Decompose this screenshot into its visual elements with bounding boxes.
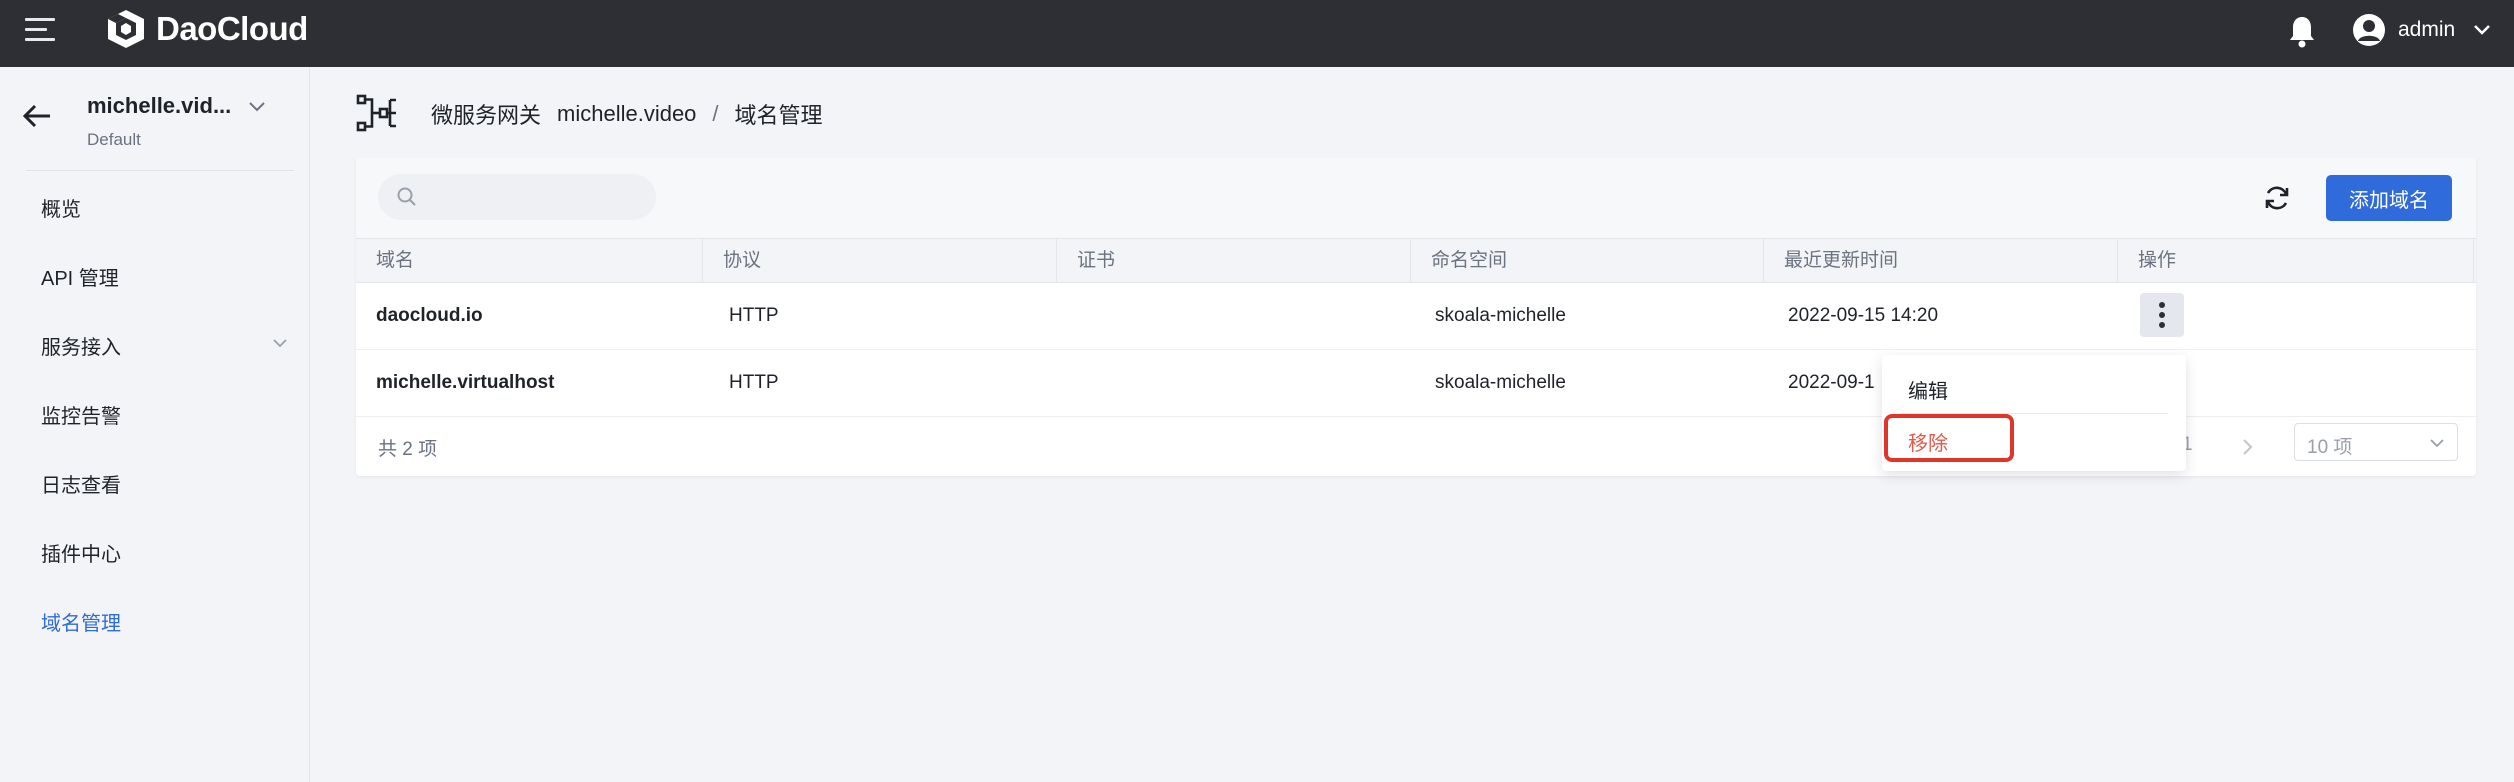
breadcrumb-root[interactable]: 微服务网关 <box>431 98 541 130</box>
table-toolbar: 添加域名 <box>356 158 2476 238</box>
chevron-down-icon[interactable] <box>272 338 288 348</box>
avatar-icon <box>2353 14 2385 46</box>
top-bar: DaoCloud admin <box>0 0 2514 67</box>
domain-cell[interactable]: daocloud.io <box>376 283 483 349</box>
updated-cell: 2022-09-1 <box>1788 372 1875 393</box>
total-count: 共 2 项 <box>378 439 438 460</box>
breadcrumb-current: 域名管理 <box>734 103 823 128</box>
remove-menu-item[interactable]: 移除 <box>1908 427 1948 456</box>
breadcrumb: 微服务网关 michelle.video / 域名管理 <box>431 98 823 130</box>
chevron-down-icon <box>2430 439 2444 448</box>
column-header[interactable]: 最近更新时间 <box>1764 239 2118 282</box>
sidebar-item-service-access[interactable]: 服务接入 <box>41 331 121 360</box>
sidebar-item-api[interactable]: API 管理 <box>41 262 119 291</box>
divider <box>26 170 294 171</box>
user-menu[interactable]: admin <box>2352 12 2491 48</box>
gateway-icon <box>356 94 396 132</box>
chevron-down-icon[interactable] <box>248 101 266 113</box>
bell-icon[interactable] <box>2286 14 2318 48</box>
column-header: 操作 <box>2118 239 2474 282</box>
protocol-cell: HTTP <box>729 305 779 326</box>
sidebar-item-logs[interactable]: 日志查看 <box>41 469 121 498</box>
sidebar: michelle.vid... Default 概览 API 管理 服务接入 监… <box>0 67 310 782</box>
add-domain-button[interactable]: 添加域名 <box>2326 175 2452 221</box>
back-arrow-icon[interactable] <box>22 103 52 129</box>
sidebar-item-domains[interactable]: 域名管理 <box>41 607 121 636</box>
protocol-cell: HTTP <box>729 372 779 393</box>
daocloud-logo-icon <box>108 10 144 48</box>
brand-name: DaoCloud <box>156 10 308 47</box>
column-header[interactable]: 命名空间 <box>1411 239 1764 282</box>
workspace-subtitle: Default <box>87 130 141 149</box>
edit-menu-item[interactable]: 编辑 <box>1908 375 1948 404</box>
page-size-select[interactable]: 10 项 <box>2294 423 2458 461</box>
row-actions-menu: 编辑 移除 <box>1882 355 2186 471</box>
search-input[interactable] <box>378 174 656 220</box>
refresh-icon[interactable] <box>2261 182 2293 214</box>
search-icon <box>397 187 416 206</box>
domain-cell[interactable]: michelle.virtualhost <box>376 350 554 416</box>
breadcrumb-instance[interactable]: michelle.video <box>557 101 696 127</box>
namespace-cell: skoala-michelle <box>1435 305 1566 326</box>
breadcrumb-separator: / <box>712 101 719 126</box>
column-header[interactable]: 域名 <box>356 239 703 282</box>
user-name: admin <box>2398 18 2456 41</box>
chevron-right-icon[interactable] <box>2242 438 2254 456</box>
page-size-value: 10 项 <box>2307 437 2353 458</box>
column-header[interactable]: 协议 <box>703 239 1057 282</box>
brand[interactable]: DaoCloud <box>104 8 308 50</box>
column-header[interactable]: 证书 <box>1057 239 1411 282</box>
sidebar-item-monitoring[interactable]: 监控告警 <box>41 400 121 429</box>
menu-icon[interactable] <box>25 18 55 46</box>
divider <box>1900 413 2168 414</box>
chevron-down-icon <box>2474 25 2491 35</box>
table-row: daocloud.io HTTP skoala-michelle 2022-09… <box>356 283 2476 350</box>
sidebar-item-overview[interactable]: 概览 <box>41 193 81 222</box>
workspace-name[interactable]: michelle.vid... <box>87 93 231 119</box>
sidebar-item-plugins[interactable]: 插件中心 <box>41 538 121 567</box>
more-actions-button[interactable] <box>2140 293 2184 337</box>
namespace-cell: skoala-michelle <box>1435 372 1566 393</box>
table-header: 域名 协议 证书 命名空间 最近更新时间 操作 <box>356 238 2476 283</box>
updated-cell: 2022-09-15 14:20 <box>1788 305 1939 326</box>
